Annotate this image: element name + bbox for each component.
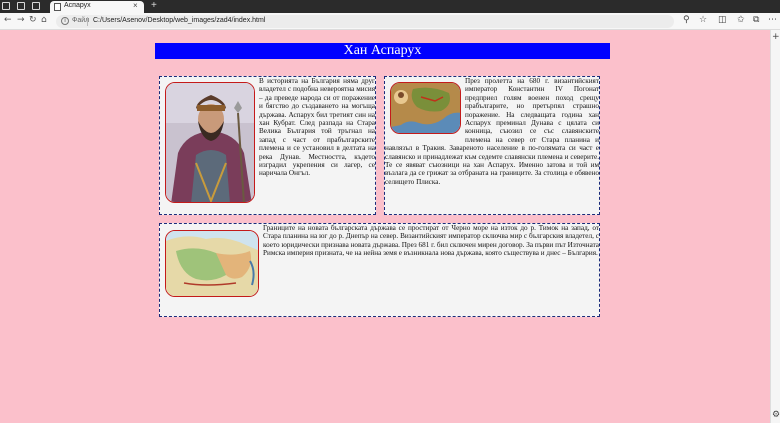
browser-sidebar: + ⚙ xyxy=(770,30,780,423)
page-favicon-icon xyxy=(54,3,61,11)
favorite-star-icon[interactable]: ☆ xyxy=(699,15,707,25)
section-card-asparuh: В историята на България няма друг владет… xyxy=(159,76,376,215)
collections-icon[interactable]: ⧉ xyxy=(753,15,759,25)
home-button[interactable]: ⌂ xyxy=(41,15,47,25)
browser-toolbar: ← → ↻ ⌂ i Файл C:/Users/Asenov/Desktop/w… xyxy=(0,13,780,30)
tab-title: Аспарух xyxy=(64,2,91,9)
sidebar-add-icon[interactable]: + xyxy=(772,32,780,42)
close-tab-icon[interactable]: × xyxy=(133,1,138,10)
new-tab-button[interactable]: + xyxy=(151,0,157,11)
section-card-campaign: През пролетта на 680 г. византийският им… xyxy=(384,76,600,215)
split-screen-icon[interactable]: ◫ xyxy=(718,15,727,25)
campaign-map-image xyxy=(390,82,461,134)
address-divider xyxy=(87,17,88,26)
info-icon[interactable]: i xyxy=(61,17,69,25)
borders-map-image xyxy=(165,230,259,297)
zoom-icon[interactable]: ⚲ xyxy=(683,15,690,25)
refresh-button[interactable]: ↻ xyxy=(29,15,37,25)
section-card-borders: Границите на новата българската държава … xyxy=(159,223,600,317)
sidebar-settings-icon[interactable]: ⚙ xyxy=(772,410,780,420)
tab-actions-icon[interactable] xyxy=(32,2,40,10)
back-button[interactable]: ← xyxy=(4,15,12,25)
favorites-icon[interactable]: ✩ xyxy=(737,15,745,25)
page-title: Хан Аспарух xyxy=(155,43,610,59)
url-text[interactable]: C:/Users/Asenov/Desktop/web_images/zad4/… xyxy=(93,17,265,24)
window-controls xyxy=(2,2,40,10)
forward-button[interactable]: → xyxy=(17,15,25,25)
workspaces-icon[interactable] xyxy=(17,2,25,10)
asparuh-portrait-image xyxy=(165,82,255,203)
address-bar[interactable]: i Файл C:/Users/Asenov/Desktop/web_image… xyxy=(56,15,674,28)
window-titlebar: Аспарух × + xyxy=(0,0,780,13)
more-options-icon[interactable]: ⋯ xyxy=(768,15,777,25)
profile-icon[interactable] xyxy=(2,2,10,10)
browser-tab[interactable]: Аспарух × xyxy=(50,1,144,13)
